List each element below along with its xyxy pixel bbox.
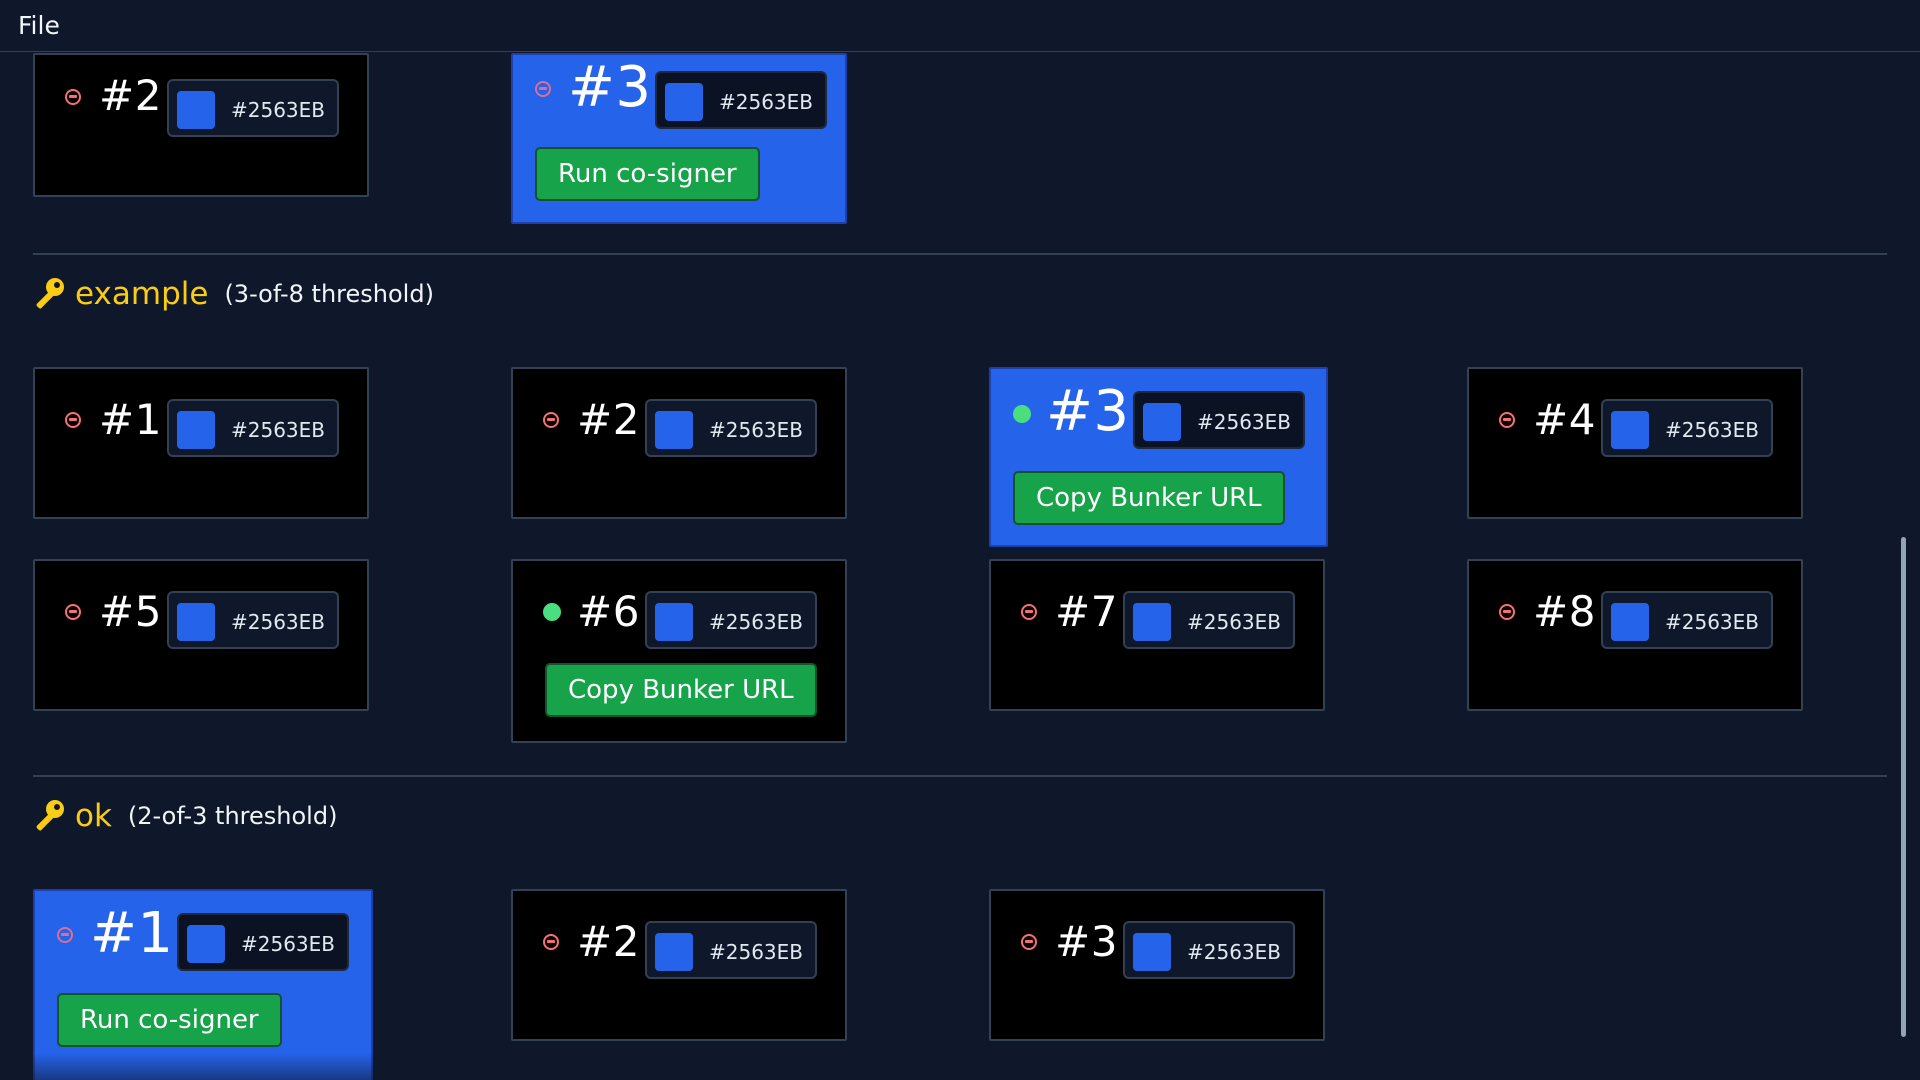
share-card-example-3[interactable]: #3 #2563EB Copy Bunker URL (989, 367, 1328, 547)
share-card-example-5[interactable]: #5 #2563EB (33, 559, 369, 711)
share-number: #3 (568, 55, 652, 120)
share-number: #3 (1055, 917, 1118, 966)
minus-circle-icon (57, 927, 73, 943)
share-number: #2 (99, 71, 162, 120)
minus-circle-icon (1021, 934, 1037, 950)
key-icon (36, 278, 64, 309)
minus-circle-icon (543, 412, 559, 428)
color-swatch-button[interactable]: #2563EB (655, 71, 827, 129)
minus-circle-icon (543, 934, 559, 950)
color-swatch-button[interactable]: #2563EB (1601, 399, 1773, 457)
color-swatch-button[interactable]: #2563EB (1123, 921, 1295, 979)
color-hex: #2563EB (709, 940, 804, 964)
share-number: #7 (1055, 587, 1118, 636)
share-number: #1 (99, 395, 162, 444)
key-icon (36, 800, 64, 831)
share-card-example-8[interactable]: #8 #2563EB (1467, 559, 1803, 711)
group-divider (33, 253, 1887, 255)
group-header-ok: ok (2-of-3 threshold) (33, 796, 337, 836)
color-swatch-button[interactable]: #2563EB (1123, 591, 1295, 649)
group-threshold: (3-of-8 threshold) (224, 280, 434, 308)
color-hex: #2563EB (1187, 940, 1282, 964)
online-dot-icon (1013, 405, 1031, 423)
share-card-example-4[interactable]: #4 #2563EB (1467, 367, 1803, 519)
share-number: #2 (577, 395, 640, 444)
run-co-signer-button[interactable]: Run co-signer (535, 147, 760, 201)
scroll-area: #2 #2563EB #3 #2563EB Run co-signer exam… (0, 53, 1920, 1080)
color-preview (1611, 411, 1649, 449)
color-hex: #2563EB (1665, 610, 1760, 634)
minus-circle-icon (1499, 412, 1515, 428)
group-name: example (75, 276, 209, 312)
color-swatch-button[interactable]: #2563EB (177, 913, 349, 971)
share-card-example-6[interactable]: #6 #2563EB Copy Bunker URL (511, 559, 847, 743)
color-hex: #2563EB (231, 418, 326, 442)
group-header-example: example (3-of-8 threshold) (33, 274, 434, 314)
color-preview (655, 411, 693, 449)
share-card-example-7[interactable]: #7 #2563EB (989, 559, 1325, 711)
color-swatch-button[interactable]: #2563EB (645, 399, 817, 457)
color-hex: #2563EB (231, 610, 326, 634)
color-swatch-button[interactable]: #2563EB (645, 921, 817, 979)
color-preview (177, 411, 215, 449)
minus-circle-icon (65, 89, 81, 105)
minus-circle-icon (65, 412, 81, 428)
share-card-ok-3[interactable]: #3 #2563EB (989, 889, 1325, 1041)
color-hex: #2563EB (1665, 418, 1760, 442)
share-number: #4 (1533, 395, 1596, 444)
share-number: #5 (99, 587, 162, 636)
color-preview (1143, 403, 1181, 441)
share-card-ok-1[interactable]: #1 #2563EB Run co-signer (33, 889, 373, 1080)
share-number: #2 (577, 917, 640, 966)
color-preview (655, 933, 693, 971)
copy-bunker-url-button[interactable]: Copy Bunker URL (545, 663, 817, 717)
color-preview (1133, 603, 1171, 641)
group-name: ok (75, 798, 112, 834)
color-preview (665, 83, 703, 121)
color-hex: #2563EB (231, 98, 326, 122)
share-number: #8 (1533, 587, 1596, 636)
color-preview (187, 925, 225, 963)
color-hex: #2563EB (1197, 410, 1292, 434)
color-swatch-button[interactable]: #2563EB (167, 591, 339, 649)
color-hex: #2563EB (709, 610, 804, 634)
share-card-top-3[interactable]: #3 #2563EB Run co-signer (511, 53, 847, 224)
minus-circle-icon (535, 81, 551, 97)
color-swatch-button[interactable]: #2563EB (1133, 391, 1305, 449)
color-swatch-button[interactable]: #2563EB (167, 79, 339, 137)
online-dot-icon (543, 603, 561, 621)
run-co-signer-button[interactable]: Run co-signer (57, 993, 282, 1047)
share-card-top-2[interactable]: #2 #2563EB (33, 53, 369, 197)
color-hex: #2563EB (241, 932, 336, 956)
color-preview (177, 603, 215, 641)
menu-file[interactable]: File (18, 11, 60, 40)
share-number: #1 (90, 901, 174, 966)
color-swatch-button[interactable]: #2563EB (167, 399, 339, 457)
color-hex: #2563EB (719, 90, 814, 114)
color-preview (1611, 603, 1649, 641)
minus-circle-icon (1499, 604, 1515, 620)
color-preview (655, 603, 693, 641)
menu-bar: File (0, 0, 1920, 52)
share-card-example-2[interactable]: #2 #2563EB (511, 367, 847, 519)
minus-circle-icon (1021, 604, 1037, 620)
copy-bunker-url-button[interactable]: Copy Bunker URL (1013, 471, 1285, 525)
color-swatch-button[interactable]: #2563EB (1601, 591, 1773, 649)
share-number: #6 (577, 587, 640, 636)
color-hex: #2563EB (709, 418, 804, 442)
vertical-scrollbar[interactable] (1901, 537, 1906, 1037)
group-divider (33, 775, 1887, 777)
share-number: #3 (1046, 379, 1130, 444)
group-threshold: (2-of-3 threshold) (127, 802, 338, 830)
color-swatch-button[interactable]: #2563EB (645, 591, 817, 649)
color-preview (1133, 933, 1171, 971)
color-preview (177, 91, 215, 129)
minus-circle-icon (65, 604, 81, 620)
share-card-example-1[interactable]: #1 #2563EB (33, 367, 369, 519)
color-hex: #2563EB (1187, 610, 1282, 634)
share-card-ok-2[interactable]: #2 #2563EB (511, 889, 847, 1041)
